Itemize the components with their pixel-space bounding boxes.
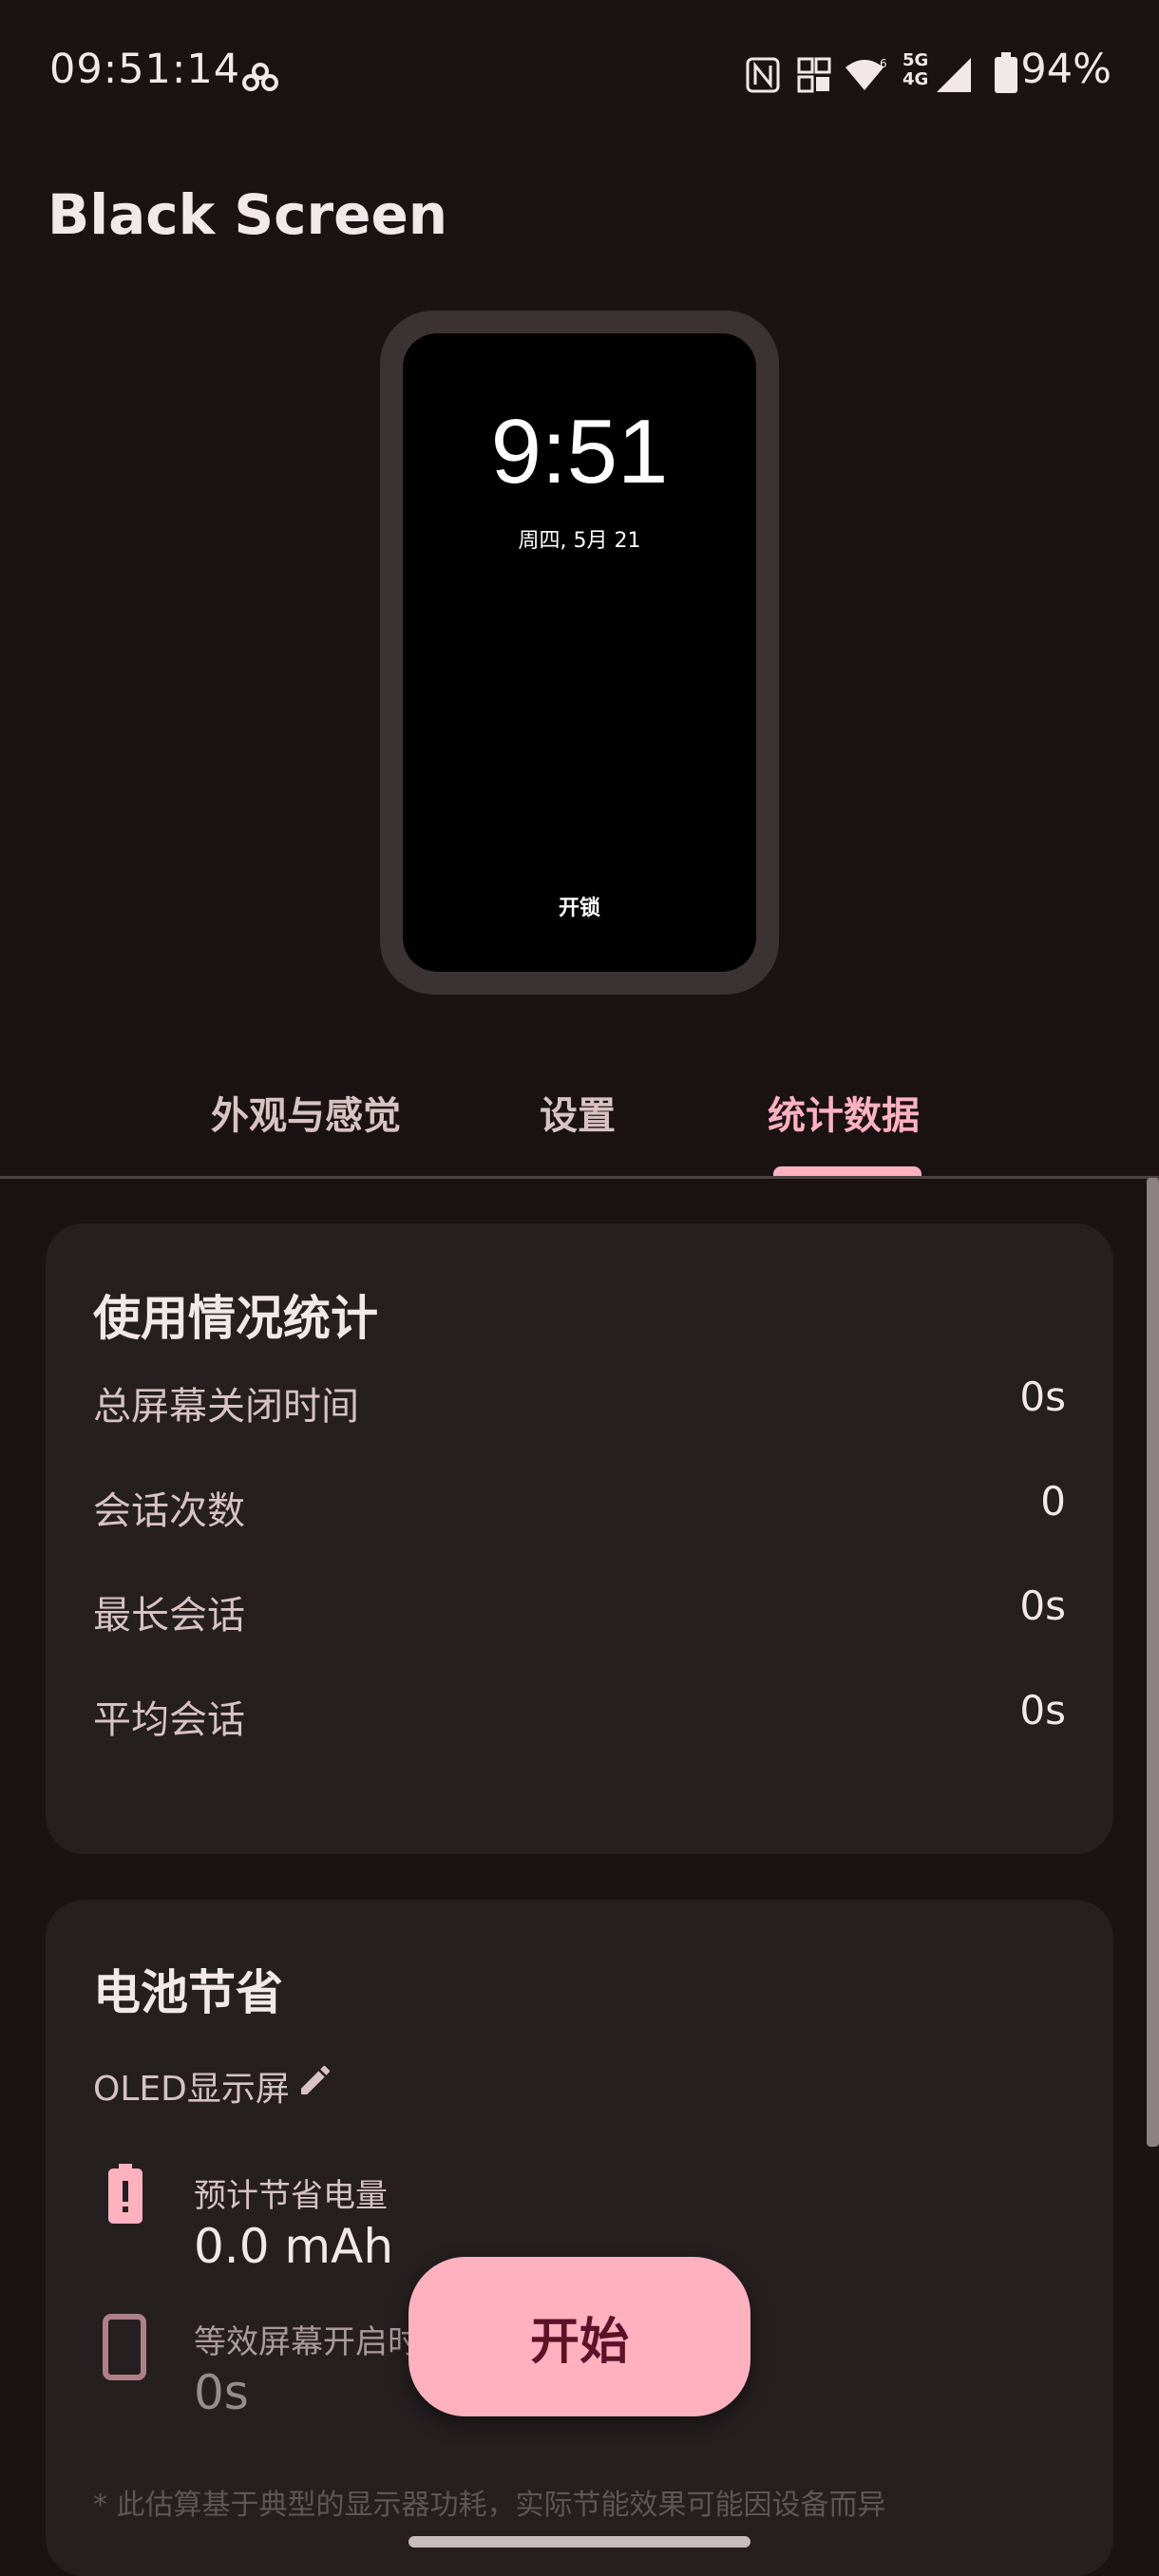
network-type: 5G 4G [902, 50, 929, 89]
session-count-value: 0 [1040, 1478, 1066, 1525]
total-off-time-value: 0s [1019, 1373, 1066, 1420]
preview-screen: 9:51 周四, 5月 21 开锁 [403, 333, 756, 972]
average-session-value: 0s [1019, 1687, 1066, 1733]
app-title: Black Screen [48, 182, 448, 247]
phone-preview: 9:51 周四, 5月 21 开锁 [380, 311, 779, 994]
battery-alert-icon [108, 2164, 142, 2224]
tab-settings[interactable]: 设置 [540, 1085, 616, 1140]
equivalent-screen-time-value: 0s [194, 2365, 249, 2420]
preview-date: 周四, 5月 21 [518, 529, 641, 553]
scrollbar[interactable] [1147, 1178, 1159, 2147]
signal-icon [937, 58, 971, 92]
estimated-saving-label: 预计节省电量 [194, 2177, 388, 2215]
session-count-label: 会话次数 [93, 1489, 245, 1533]
average-session-label: 平均会话 [93, 1698, 245, 1742]
sim-card-icon [797, 57, 831, 93]
tab-bar: 外观与感觉 设置 统计数据 [0, 1054, 1159, 1178]
status-time: 09:51:14 [49, 46, 241, 93]
display-type-label: OLED显示屏 [93, 2070, 290, 2109]
battery-title: 电池节省 [93, 1965, 283, 2020]
gesture-nav-handle[interactable] [408, 2536, 750, 2548]
tab-divider [0, 1176, 1159, 1179]
cloud-link-icon [242, 63, 278, 91]
battery-percent: 94% [1020, 46, 1112, 93]
start-button[interactable]: 开始 [408, 2257, 750, 2416]
preview-unlock-text: 开锁 [558, 897, 600, 920]
longest-session-value: 0s [1019, 1582, 1066, 1629]
nfc-icon [746, 57, 780, 93]
tab-statistics[interactable]: 统计数据 [768, 1085, 920, 1140]
status-bar: 09:51:14 6 5G 4G 94% [0, 0, 1159, 142]
battery-saving-card: 电池节省 OLED显示屏 预计节省电量 0.0 mAh 等效屏幕开启时 0s *… [46, 1900, 1113, 2576]
estimated-saving-value: 0.0 mAh [194, 2219, 394, 2274]
svg-text:6: 6 [880, 57, 887, 70]
equivalent-screen-time-label: 等效屏幕开启时 [194, 2323, 420, 2361]
tab-appearance[interactable]: 外观与感觉 [211, 1085, 401, 1140]
usage-title: 使用情况统计 [93, 1291, 378, 1346]
longest-session-label: 最长会话 [93, 1594, 245, 1638]
preview-clock: 9:51 [490, 401, 669, 502]
usage-stats-card: 使用情况统计 总屏幕关闭时间 0s 会话次数 0 最长会话 0s 平均会话 0s [46, 1223, 1113, 1854]
battery-icon [995, 52, 1017, 93]
total-off-time-label: 总屏幕关闭时间 [93, 1385, 359, 1429]
wifi-icon: 6 [846, 57, 887, 90]
battery-footnote: * 此估算基于典型的显示器功耗，实际节能效果可能因设备而异 [93, 2489, 886, 2522]
edit-icon[interactable] [296, 2061, 334, 2099]
phone-icon [103, 2314, 146, 2380]
